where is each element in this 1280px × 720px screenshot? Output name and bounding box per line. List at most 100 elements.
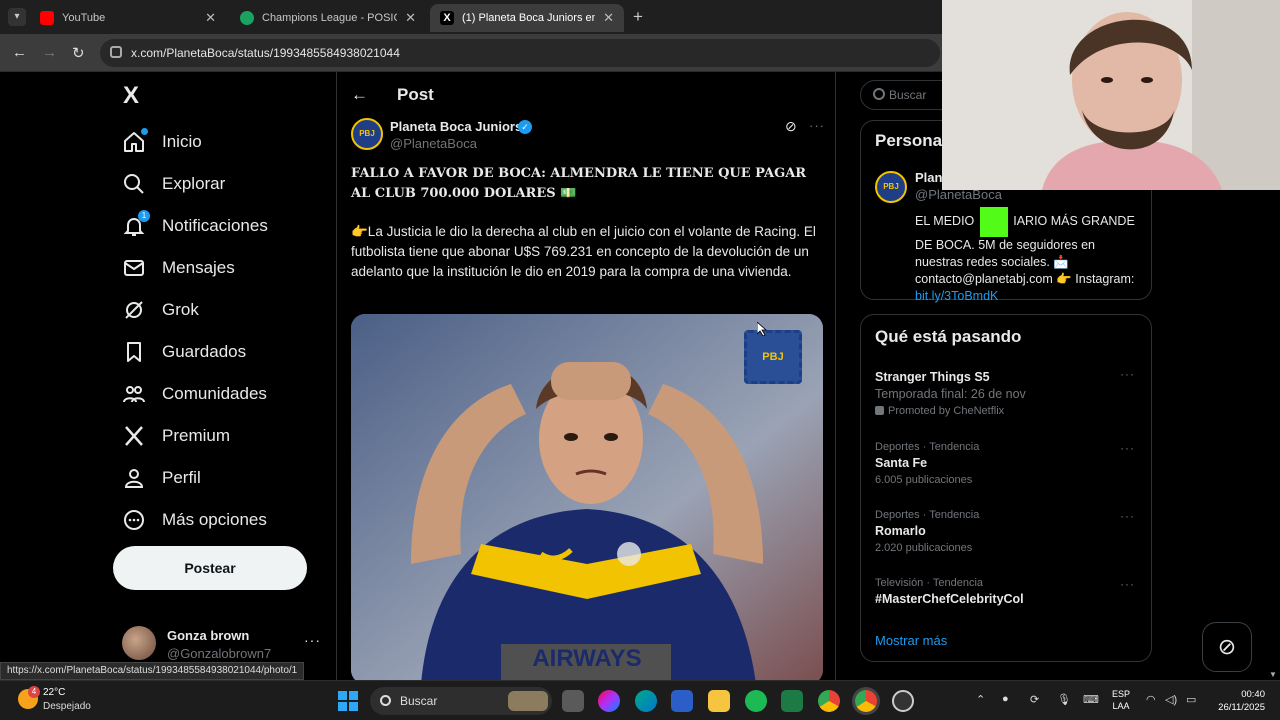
time: 00:40 (1241, 689, 1265, 700)
link-status-bar: https://x.com/PlanetaBoca/status/1993485… (0, 662, 305, 680)
nav-item-comunidades[interactable]: Comunidades (122, 378, 267, 410)
trend-category: Televisión · Tendencia (875, 577, 984, 589)
nav-item-guardados[interactable]: Guardados (122, 336, 246, 368)
chevron-up-icon[interactable]: ⌃ (976, 693, 985, 706)
person-icon (122, 466, 146, 490)
reload-icon[interactable]: ↻ (72, 44, 85, 62)
word-icon[interactable] (671, 690, 693, 712)
system-clock[interactable]: 00:40 26/11/2025 (1213, 688, 1265, 714)
profile-avatar[interactable]: PBJ (875, 171, 907, 203)
forward-arrow-icon[interactable]: → (42, 44, 57, 61)
obs-icon[interactable] (892, 690, 914, 712)
trend-item[interactable]: Televisión · Tendencia #MasterChefCelebr… (875, 577, 1143, 606)
grok-floating-button[interactable]: ⊘ (1202, 622, 1252, 672)
nav-item-mas-opciones[interactable]: Más opciones (122, 504, 267, 536)
windows-start-icon[interactable] (338, 691, 358, 711)
tab-youtube[interactable]: YouTube ✕ (30, 4, 226, 32)
tray-app-icon[interactable]: ● (1002, 693, 1009, 705)
card-heading: Persona (875, 131, 943, 150)
site-settings-icon[interactable] (110, 46, 122, 58)
tab-champions-league[interactable]: Champions League - POSICION ✕ (230, 4, 426, 32)
bio-text: EL MEDIO (915, 214, 975, 228)
sync-icon[interactable]: ⟳ (1030, 693, 1039, 706)
nav-label: Más opciones (162, 510, 267, 529)
trend-item[interactable]: Deportes · Tendencia Santa Fe 6.005 publ… (875, 441, 1143, 486)
account-handle: @Gonzalobrown7 (167, 646, 272, 661)
tab-search-menu-button[interactable]: ▾ (8, 8, 26, 26)
taskbar-search[interactable]: Buscar (370, 687, 552, 715)
more-icon[interactable]: ··· (1120, 509, 1135, 523)
close-tab-icon[interactable]: ✕ (205, 10, 216, 26)
excel-icon[interactable] (781, 690, 803, 712)
profile-bio: EL MEDIO IARIO MÁS GRANDE DE BOCA. 5M de… (915, 207, 1143, 305)
battery-icon[interactable]: ▭ (1186, 693, 1196, 706)
close-tab-icon[interactable]: ✕ (603, 10, 614, 26)
trend-name: Santa Fe (875, 456, 928, 470)
close-tab-icon[interactable]: ✕ (405, 10, 416, 26)
url-field[interactable]: x.com/PlanetaBoca/status/199348558493802… (100, 39, 940, 67)
trend-item[interactable]: Stranger Things S5 Temporada final: 26 d… (875, 367, 1143, 417)
more-icon[interactable]: ··· (809, 118, 825, 133)
x-icon (122, 424, 146, 448)
task-view-icon[interactable] (562, 690, 584, 712)
author-name[interactable]: Planeta Boca Juniors (390, 119, 522, 134)
post-headline: FALLO A FAVOR DE BOCA: ALMENDRA LE TIENE… (351, 166, 807, 201)
tab-title: YouTube (62, 12, 106, 24)
more-circle-icon (122, 508, 146, 532)
taskbar-search-placeholder: Buscar (400, 694, 438, 708)
search-icon (380, 695, 391, 706)
chrome-icon[interactable] (818, 690, 840, 712)
spotify-icon[interactable] (745, 690, 767, 712)
nav-item-premium[interactable]: Premium (122, 420, 230, 452)
nav-item-explorar[interactable]: Explorar (122, 168, 225, 200)
verified-badge-icon: ✓ (518, 120, 532, 134)
nav-item-grok[interactable]: Grok (122, 294, 199, 326)
avatar (122, 626, 156, 660)
author-handle[interactable]: @PlanetaBoca (390, 136, 477, 151)
date: 26/11/2025 (1218, 702, 1265, 713)
tab-title: Champions League - POSICION (262, 12, 397, 24)
scroll-down-arrow-icon[interactable]: ▼ (1269, 670, 1277, 679)
wifi-icon[interactable]: ◠ (1146, 693, 1156, 706)
edge-icon[interactable] (635, 690, 657, 712)
bookmark-icon (122, 340, 146, 364)
back-arrow-icon[interactable]: ← (351, 85, 368, 105)
nav-item-notificaciones[interactable]: 1 Notificaciones (122, 210, 268, 242)
notification-badge: 1 (138, 210, 150, 222)
keyboard-icon[interactable]: ⌨ (1083, 693, 1099, 706)
nav-item-inicio[interactable]: Inicio (122, 126, 202, 158)
author-avatar[interactable]: PBJ (351, 118, 383, 150)
trend-name: Stranger Things S5 (875, 370, 990, 384)
temperature[interactable]: 22°C (43, 687, 65, 698)
file-explorer-icon[interactable] (708, 690, 730, 712)
more-icon[interactable]: ··· (1120, 577, 1135, 591)
microphone-icon[interactable]: 🎙 (1057, 693, 1071, 706)
x-logo-icon[interactable]: X (123, 84, 147, 108)
back-arrow-icon[interactable]: ← (12, 44, 27, 61)
grok-icon (122, 298, 146, 322)
nav-item-mensajes[interactable]: Mensajes (122, 252, 235, 284)
trend-item[interactable]: Deportes · Tendencia Romarlo 2.020 publi… (875, 509, 1143, 554)
more-icon[interactable]: ··· (304, 632, 321, 648)
copilot-icon[interactable] (598, 690, 620, 712)
nav-label: Mensajes (162, 258, 235, 277)
language-indicator[interactable]: ESP LAA (1112, 688, 1130, 712)
chrome-active-icon[interactable] (855, 690, 877, 712)
search-placeholder: Buscar (889, 88, 927, 102)
profile-name[interactable]: Plan (915, 170, 942, 185)
new-tab-button[interactable]: + (633, 7, 643, 27)
tab-planeta-boca[interactable]: X (1) Planeta Boca Juniors en X: " ✕ (430, 4, 624, 32)
bell-icon: 1 (122, 210, 150, 238)
account-switcher[interactable]: Gonza brown @Gonzalobrown7 ··· (122, 626, 322, 662)
url-text: x.com/PlanetaBoca/status/199348558493802… (131, 46, 400, 60)
bio-link[interactable]: bit.ly/3ToBmdK (915, 289, 998, 303)
more-icon[interactable]: ··· (1120, 367, 1135, 381)
volume-icon[interactable]: ◁) (1165, 693, 1177, 706)
weather-condition[interactable]: Despejado (43, 701, 91, 712)
postear-button[interactable]: Postear (113, 546, 307, 590)
show-more-link[interactable]: Mostrar más (875, 633, 947, 648)
grok-icon[interactable]: ⊘ (785, 118, 797, 135)
nav-item-perfil[interactable]: Perfil (122, 462, 201, 494)
more-icon[interactable]: ··· (1120, 441, 1135, 455)
post-image[interactable]: QATAR AIRWAYS PBJ (351, 314, 823, 680)
